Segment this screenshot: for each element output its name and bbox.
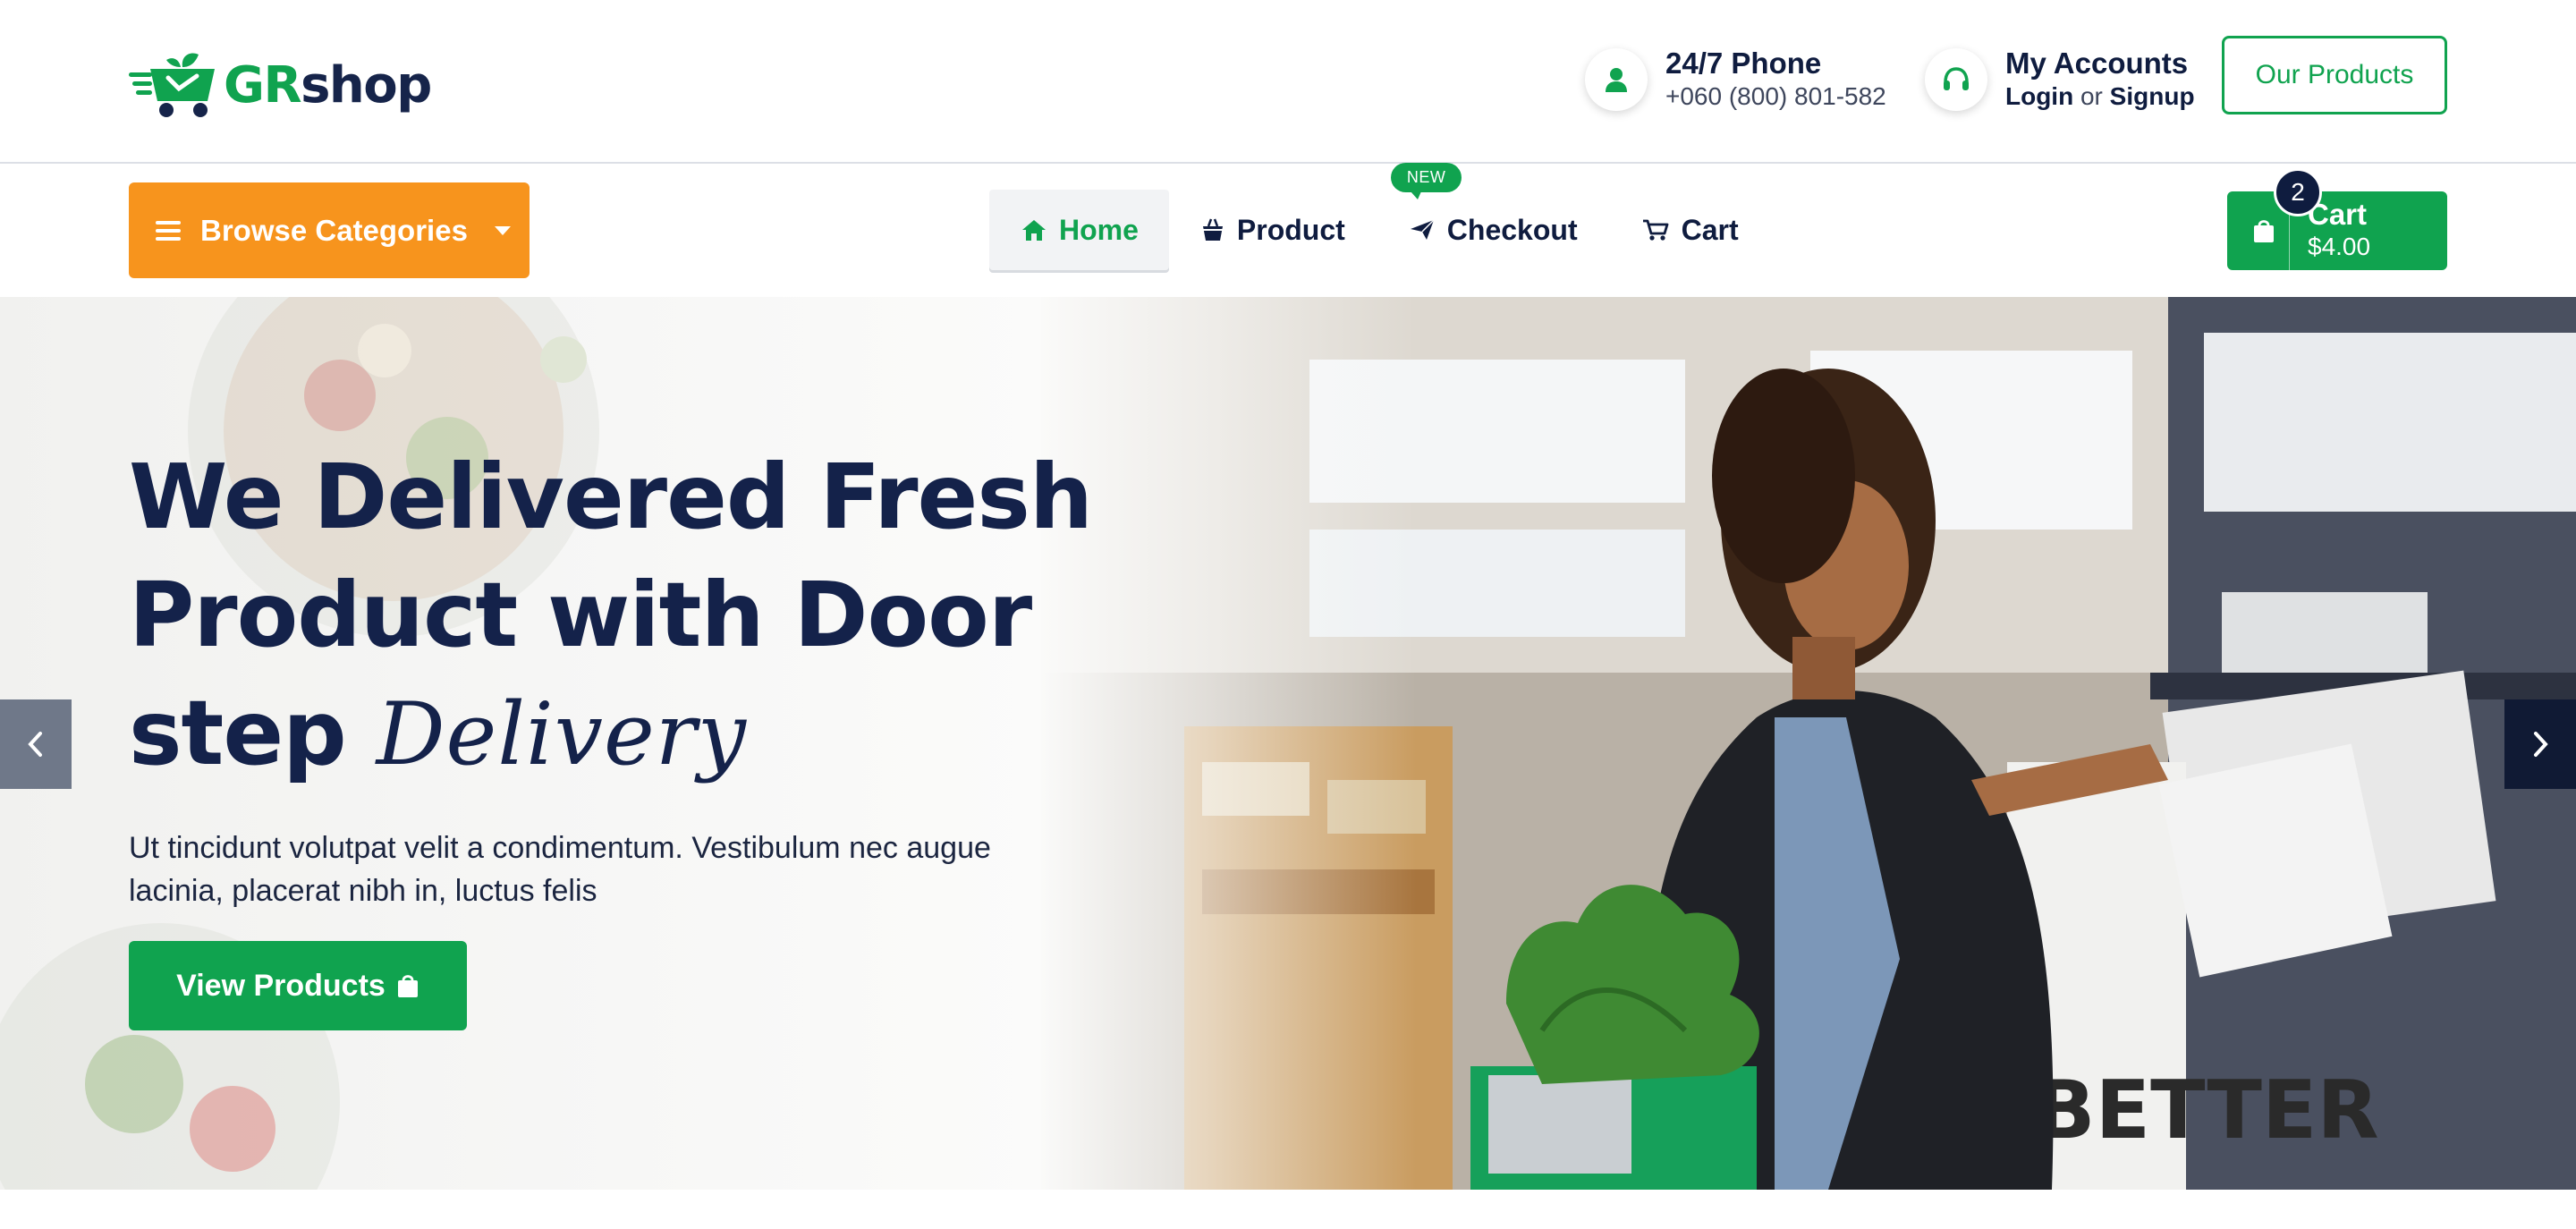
account-links: Login or Signup: [2005, 81, 2195, 113]
view-products-label: View Products: [176, 968, 386, 1003]
hamburger-icon: [156, 216, 181, 245]
slider-prev-button[interactable]: [0, 699, 72, 789]
account-title: My Accounts: [2005, 47, 2189, 80]
main-menu: Home NEW Product Checkout Cart: [989, 163, 1771, 271]
cart-total: $4.00: [2308, 233, 2371, 260]
top-header: GRshop 24/7 Phone +060 (800) 801-582 My …: [0, 0, 2576, 164]
hero-title: We Delivered Fresh Product with Door ste…: [129, 438, 1113, 793]
cart-icon: [1642, 219, 1668, 241]
basket-icon: [1202, 218, 1223, 241]
signup-link[interactable]: Signup: [2110, 82, 2195, 110]
home-icon: [1022, 220, 1046, 241]
nav-item-product[interactable]: NEW Product: [1169, 163, 1462, 270]
delivery-cart-logo-icon: [129, 49, 222, 121]
slider-next-button[interactable]: [2504, 699, 2576, 789]
header-cart-button[interactable]: 2 Cart $4.00: [2227, 168, 2447, 270]
account-contact: My Accounts Login or Signup: [1925, 47, 2195, 113]
or-text: or: [2080, 82, 2103, 110]
nav-item-home[interactable]: Home: [989, 190, 1169, 270]
svg-text:BETTER: BETTER: [2034, 1064, 2379, 1157]
hero-title-line2: Product with Door: [129, 563, 1032, 667]
hero-slider: BETTER We Delivered Fresh Product with D…: [0, 297, 2576, 1190]
logo-text-gr: GR: [224, 55, 302, 114]
view-products-button[interactable]: View Products: [129, 941, 467, 1030]
login-link[interactable]: Login: [2005, 82, 2073, 110]
browse-categories-button[interactable]: Browse Categories: [129, 182, 530, 278]
site-logo[interactable]: GRshop: [129, 45, 432, 125]
browse-categories-label: Browse Categories: [200, 213, 468, 247]
new-badge: NEW: [1390, 163, 1462, 199]
caret-down-icon: [494, 225, 511, 235]
nav-label-cart: Cart: [1681, 213, 1739, 246]
page-bottom-spacer: [0, 1190, 2576, 1229]
cart-count-badge: 2: [2274, 168, 2322, 216]
send-icon: [1410, 219, 1435, 240]
nav-item-checkout[interactable]: Checkout: [1377, 190, 1610, 270]
hero-title-line1: We Delivered Fresh: [129, 445, 1093, 549]
phone-number[interactable]: +060 (800) 801-582: [1665, 81, 1886, 113]
our-products-button[interactable]: Our Products: [2222, 36, 2447, 114]
chevron-right-icon: [2534, 732, 2548, 757]
nav-item-cart[interactable]: Cart: [1610, 190, 1771, 270]
user-icon: [1585, 48, 1648, 111]
nav-label-product: Product: [1236, 213, 1345, 246]
logo-text-shop: shop: [301, 55, 432, 114]
hero-title-line3: step: [129, 681, 347, 785]
main-navbar: Browse Categories Home NEW Product Check…: [0, 163, 2576, 297]
nav-label-home: Home: [1059, 213, 1139, 246]
headset-icon: [1925, 48, 1987, 111]
chevron-left-icon: [28, 732, 42, 757]
phone-title: 24/7 Phone: [1665, 47, 1822, 80]
hero-title-script: Delivery: [376, 684, 747, 784]
shopping-bag-icon: [397, 975, 418, 997]
hero-description: Ut tincidunt volutpat velit a condimentu…: [129, 831, 991, 908]
phone-contact: 24/7 Phone +060 (800) 801-582: [1585, 47, 1886, 113]
nav-label-checkout: Checkout: [1446, 213, 1578, 246]
logo-wordmark: GRshop: [224, 55, 432, 114]
